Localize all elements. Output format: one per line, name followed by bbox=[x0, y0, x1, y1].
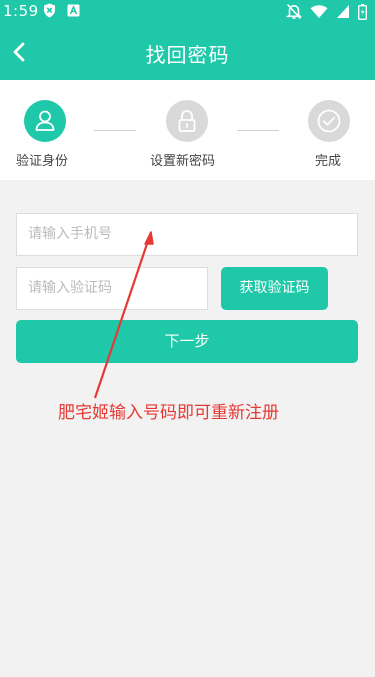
check-icon bbox=[317, 109, 341, 133]
phone-input[interactable]: 请输入手机号 bbox=[16, 213, 358, 256]
lock-icon bbox=[178, 110, 196, 132]
step-1-circle bbox=[24, 100, 66, 142]
step-indicator: 验证身份 设置新密码 完成 bbox=[0, 80, 375, 180]
wifi-icon bbox=[310, 5, 328, 18]
battery-icon bbox=[358, 3, 367, 20]
step-1-label: 验证身份 bbox=[16, 154, 69, 169]
signal-icon bbox=[337, 5, 349, 18]
user-icon bbox=[35, 110, 55, 131]
shield-icon bbox=[44, 3, 55, 18]
step-2-label: 设置新密码 bbox=[150, 154, 216, 169]
step-3-circle bbox=[308, 100, 350, 142]
verification-code-input[interactable]: 请输入验证码 bbox=[16, 267, 208, 310]
status-time: 1:59 bbox=[3, 2, 39, 20]
bell-off-icon bbox=[286, 3, 302, 20]
step-3-label: 完成 bbox=[315, 154, 342, 169]
annotation-text: 肥宅姬输入号码即可重新注册 bbox=[58, 403, 279, 423]
next-step-button[interactable]: 下一步 bbox=[16, 320, 358, 363]
step-2-circle bbox=[166, 100, 208, 142]
header: 找回密码 bbox=[0, 24, 375, 80]
status-icons bbox=[286, 3, 367, 20]
get-code-button[interactable]: 获取验证码 bbox=[221, 267, 328, 310]
step-divider bbox=[237, 130, 279, 131]
status-bar: 1:59 bbox=[0, 0, 375, 24]
step-divider bbox=[94, 130, 136, 131]
page-title: 找回密码 bbox=[145, 43, 230, 67]
a-notification-icon bbox=[67, 4, 80, 17]
